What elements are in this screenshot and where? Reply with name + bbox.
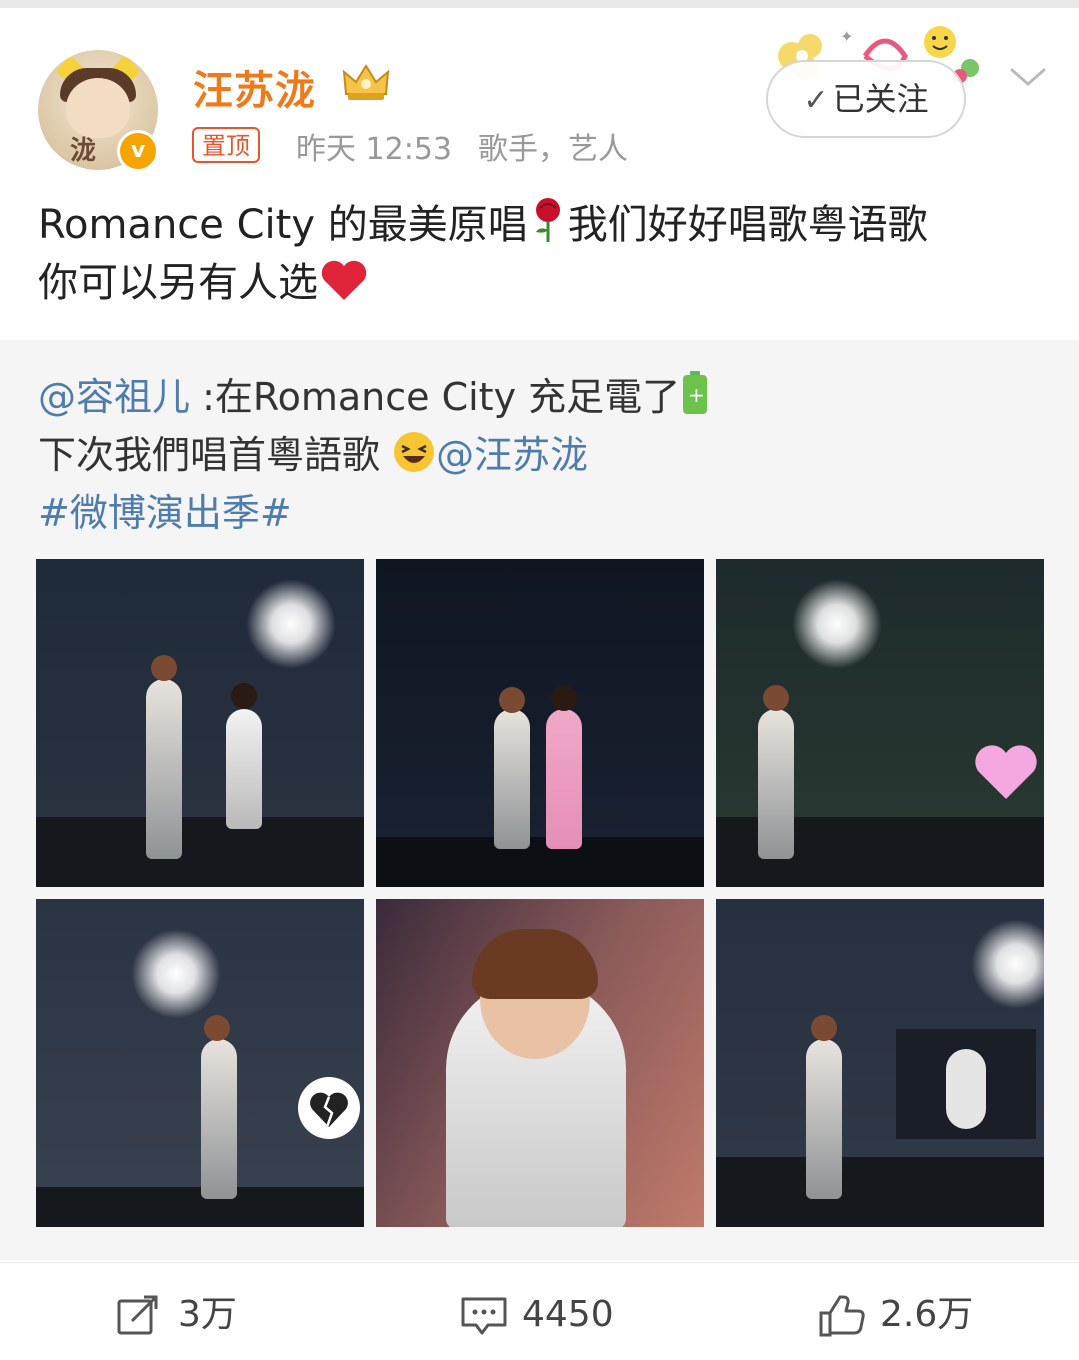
post-text: Romance City 的最美原唱 我们好好唱歌粤语歌 你可以另有人选 xyxy=(38,196,1038,312)
concert-photo-1[interactable] xyxy=(36,559,364,887)
repost-icon xyxy=(117,1295,158,1335)
v-verified-icon: v xyxy=(117,130,159,172)
pink-heart-icon xyxy=(975,745,1037,799)
follow-label: 已关注 xyxy=(832,80,929,118)
concert-photo-4[interactable] xyxy=(36,899,364,1227)
retweet-text: @容祖儿 :在Romance City 充足電了 + 下次我們唱首粵語歌 @汪苏… xyxy=(38,368,1038,542)
crown-vip-icon[interactable] xyxy=(340,60,392,102)
concert-photo-3[interactable] xyxy=(716,559,1044,887)
top-divider xyxy=(0,0,1079,8)
post-time: 昨天 12:53 xyxy=(296,132,452,167)
follow-button[interactable]: ✓ 已关注 xyxy=(766,60,966,138)
comment-count: 4450 xyxy=(522,1294,614,1335)
comment-icon xyxy=(461,1297,507,1335)
hashtag-link[interactable]: #微博演出季# xyxy=(38,491,292,535)
concert-photo-6[interactable] xyxy=(716,899,1044,1227)
concert-photo-5[interactable] xyxy=(376,899,704,1227)
svg-text:✦: ✦ xyxy=(840,27,853,46)
check-icon: ✓ xyxy=(803,83,829,118)
laughing-face-icon xyxy=(394,432,435,472)
mention-link[interactable]: @汪苏泷 xyxy=(436,433,588,477)
action-bar: 3万 4450 2.6万 xyxy=(0,1262,1079,1360)
like-count: 2.6万 xyxy=(880,1294,974,1335)
pinned-badge: 置顶 xyxy=(192,127,260,163)
thumbs-up-icon xyxy=(819,1295,865,1337)
red-heart-icon xyxy=(321,260,367,300)
post-meta: 昨天 12:53 歌手，艺人 xyxy=(296,124,628,168)
retweet-card[interactable]: @容祖儿 :在Romance City 充足電了 + 下次我們唱首粵語歌 @汪苏… xyxy=(0,340,1079,1260)
repost-count: 3万 xyxy=(178,1294,237,1335)
concert-photo-2[interactable] xyxy=(376,559,704,887)
rose-icon xyxy=(535,198,560,242)
repost-button[interactable]: 3万 xyxy=(116,1293,266,1337)
author-description: 歌手，艺人 xyxy=(478,132,628,167)
comment-button[interactable]: 4450 xyxy=(460,1293,640,1337)
chevron-down-icon[interactable] xyxy=(1008,62,1048,92)
battery-icon: + xyxy=(683,371,708,414)
broken-heart-icon xyxy=(298,1077,360,1139)
avatar-text: 泷 xyxy=(70,136,97,166)
mention-link[interactable]: @容祖儿 xyxy=(38,375,190,419)
author-name[interactable]: 汪苏泷 xyxy=(193,58,316,116)
svg-text:+: + xyxy=(688,383,705,407)
like-button[interactable]: 2.6万 xyxy=(818,1293,998,1337)
